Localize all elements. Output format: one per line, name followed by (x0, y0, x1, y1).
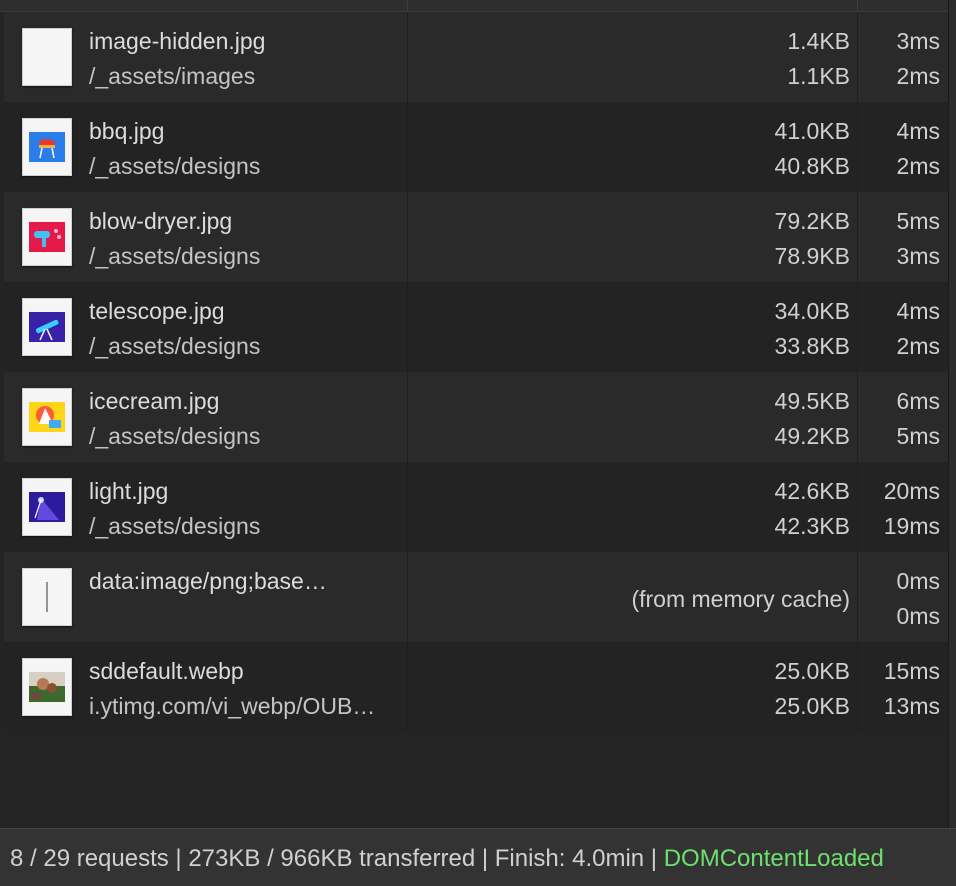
request-size: 49.5KB (774, 388, 850, 414)
image-thumbnail-icon (22, 298, 72, 356)
request-content-size: 42.3KB (774, 513, 850, 539)
request-list: image-hidden.jpg /_assets/images 1.4KB 1… (4, 12, 948, 732)
request-time: 5ms (896, 208, 940, 234)
status-bar: 8 / 29 requests | 273KB / 966KB transfer… (0, 828, 956, 886)
request-size: 42.6KB (774, 478, 850, 504)
request-row[interactable]: data:image/png;base… (from memory cache)… (4, 552, 948, 642)
request-size: 41.0KB (774, 118, 850, 144)
request-summary: 8 / 29 requests | 273KB / 966KB transfer… (10, 845, 664, 872)
request-name: light.jpg (89, 478, 169, 504)
request-name: image-hidden.jpg (89, 28, 266, 54)
request-name: blow-dryer.jpg (89, 208, 233, 234)
request-latency: 13ms (883, 693, 940, 719)
dom-content-loaded-label: DOMContentLoaded (663, 845, 884, 872)
request-latency: 3ms (896, 243, 940, 269)
request-latency: 2ms (896, 153, 940, 179)
request-path: /_assets/designs (89, 423, 261, 449)
request-time: 3ms (896, 28, 940, 54)
request-content-size: 49.2KB (774, 423, 850, 449)
request-name: telescope.jpg (89, 298, 225, 324)
request-content-size: 25.0KB (774, 693, 850, 719)
request-path: /_assets/images (89, 63, 256, 89)
image-thumbnail-icon (22, 658, 72, 716)
image-thumbnail-icon (22, 478, 72, 536)
request-latency: 2ms (896, 333, 940, 359)
request-content-size: 40.8KB (774, 153, 850, 179)
request-latency: 5ms (896, 423, 940, 449)
column-divider[interactable] (857, 0, 858, 11)
request-time: 4ms (896, 118, 940, 144)
request-time: 15ms (883, 658, 940, 684)
image-thumbnail-icon (22, 388, 72, 446)
memory-cache-label: (from memory cache) (631, 586, 850, 612)
request-name: bbq.jpg (89, 118, 165, 144)
request-row[interactable]: blow-dryer.jpg /_assets/designs 79.2KB 7… (4, 192, 948, 282)
image-thumbnail-icon (22, 118, 72, 176)
request-size: 79.2KB (774, 208, 850, 234)
request-latency: 0ms (896, 603, 940, 629)
column-header (0, 0, 956, 12)
request-content-size: 33.8KB (774, 333, 850, 359)
request-size: 25.0KB (774, 658, 850, 684)
image-thumbnail-icon (22, 568, 72, 626)
request-row[interactable]: sddefault.webp i.ytimg.com/vi_webp/OUB… … (4, 642, 948, 732)
request-row[interactable]: telescope.jpg /_assets/designs 34.0KB 33… (4, 282, 948, 372)
request-content-size: 78.9KB (774, 243, 850, 269)
request-time: 20ms (883, 478, 940, 504)
request-row[interactable]: icecream.jpg /_assets/designs 49.5KB 49.… (4, 372, 948, 462)
vertical-scrollbar[interactable] (948, 0, 956, 828)
request-name: sddefault.webp (89, 658, 244, 684)
request-time: 4ms (896, 298, 940, 324)
request-time: 6ms (896, 388, 940, 414)
request-path: /_assets/designs (89, 243, 261, 269)
request-path: /_assets/designs (89, 153, 261, 179)
network-panel: image-hidden.jpg /_assets/images 1.4KB 1… (0, 0, 956, 828)
request-path: /_assets/designs (89, 333, 261, 359)
request-time: 0ms (896, 568, 940, 594)
request-latency: 19ms (883, 513, 940, 539)
column-divider[interactable] (407, 0, 408, 11)
request-latency: 2ms (896, 63, 940, 89)
request-name: icecream.jpg (89, 388, 220, 414)
request-row[interactable]: image-hidden.jpg /_assets/images 1.4KB 1… (4, 12, 948, 102)
request-path: i.ytimg.com/vi_webp/OUB… (89, 693, 376, 719)
request-row[interactable]: light.jpg /_assets/designs 42.6KB 42.3KB… (4, 462, 948, 552)
image-thumbnail-icon (22, 28, 72, 86)
request-size: 1.4KB (787, 28, 850, 54)
request-content-size: 1.1KB (787, 63, 850, 89)
request-row[interactable]: bbq.jpg /_assets/designs 41.0KB 40.8KB 4… (4, 102, 948, 192)
request-name: data:image/png;base… (89, 568, 327, 594)
request-size: 34.0KB (774, 298, 850, 324)
request-path: /_assets/designs (89, 513, 261, 539)
image-thumbnail-icon (22, 208, 72, 266)
